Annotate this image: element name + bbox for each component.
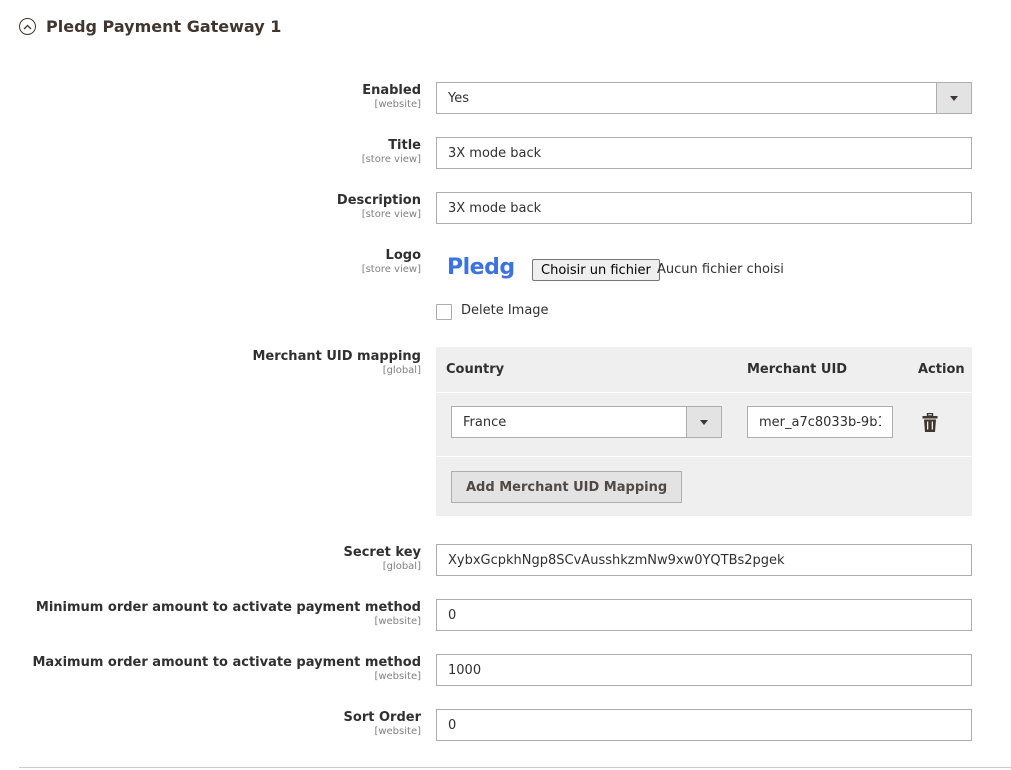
grid-divider — [436, 456, 972, 457]
secret-key-input[interactable] — [436, 544, 972, 576]
merchant-uid-input[interactable] — [747, 406, 893, 438]
logo-image: Pledg — [447, 255, 515, 280]
choose-file-button[interactable]: Choisir un fichier — [532, 259, 660, 281]
add-merchant-uid-mapping-button[interactable]: Add Merchant UID Mapping — [451, 471, 683, 503]
max-order-input[interactable] — [436, 654, 972, 686]
merchant-uid-grid: Country Merchant UID Action France Add M… — [436, 347, 972, 516]
label-secret-key: Secret key [global] — [343, 545, 421, 572]
label-max-order: Maximum order amount to activate payment… — [32, 655, 421, 682]
file-status: Aucun fichier choisi — [657, 262, 784, 277]
column-header-merchant-uid: Merchant UID — [747, 362, 848, 377]
delete-image-label[interactable]: Delete Image — [461, 303, 549, 318]
section-title: Pledg Payment Gateway 1 — [46, 17, 282, 36]
country-select[interactable]: France — [451, 406, 722, 438]
dropdown-arrow-icon[interactable] — [686, 407, 721, 437]
section-header[interactable]: Pledg Payment Gateway 1 — [19, 17, 281, 36]
dropdown-arrow-icon[interactable] — [936, 83, 971, 113]
delete-image-checkbox[interactable] — [436, 304, 452, 320]
label-logo: Logo [store view] — [361, 248, 421, 275]
section-divider — [19, 767, 1011, 768]
label-sort-order: Sort Order [website] — [343, 710, 421, 737]
label-merchant-uid-mapping: Merchant UID mapping [global] — [252, 349, 421, 376]
enabled-select[interactable]: Yes — [436, 82, 972, 114]
label-description: Description [store view] — [336, 193, 421, 220]
column-header-country: Country — [446, 362, 505, 377]
column-header-action: Action — [918, 362, 965, 377]
sort-order-input[interactable] — [436, 709, 972, 741]
collapse-chevron-up-icon[interactable] — [19, 18, 36, 35]
title-input[interactable] — [436, 137, 972, 169]
grid-divider — [436, 392, 972, 393]
label-enabled: Enabled [website] — [362, 83, 421, 110]
label-title: Title [store view] — [361, 138, 421, 165]
description-input[interactable] — [436, 192, 972, 224]
label-min-order: Minimum order amount to activate payment… — [35, 600, 421, 627]
trash-icon[interactable] — [922, 412, 938, 436]
min-order-input[interactable] — [436, 599, 972, 631]
